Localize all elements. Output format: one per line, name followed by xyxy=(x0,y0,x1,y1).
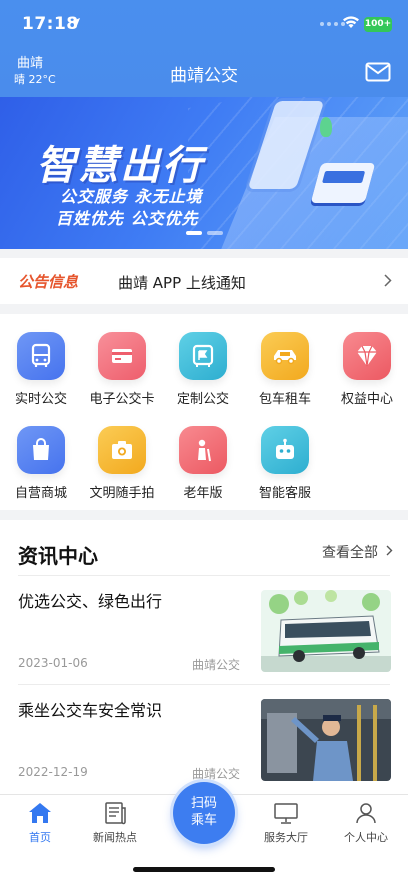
service-label: 定制公交 xyxy=(176,392,229,407)
news-item[interactable]: 乘坐公交车安全常识 2022-12-19 曲靖公交 xyxy=(0,685,408,793)
service-snapshot[interactable]: 文明随手拍 xyxy=(81,426,163,501)
news-section: 资讯中心 查看全部 优选公交、绿色出行 2023-01-06 曲靖公交 乘坐公交… xyxy=(0,520,408,794)
scan-to-ride-button[interactable]: 扫码 乘车 xyxy=(173,782,235,844)
news-source: 曲靖公交 xyxy=(192,767,241,781)
services-grid: 实时公交 电子公交卡 定制公交 包车租车 权益中心 自营商城 文明随手拍 老年版… xyxy=(0,314,408,510)
page-title: 曲靖公交 xyxy=(170,66,238,86)
service-elderly-mode[interactable]: 老年版 xyxy=(162,426,244,501)
news-title: 乘坐公交车安全常识 xyxy=(18,701,163,720)
news-header: 资讯中心 xyxy=(18,544,98,568)
camera-icon xyxy=(98,426,146,474)
mail-icon[interactable] xyxy=(365,62,391,82)
banner-slogan-1: 公交服务 永无止境 xyxy=(60,187,203,206)
newspaper-icon xyxy=(105,802,126,825)
banner-slogan-2: 百姓优先 公交优先 xyxy=(56,209,199,228)
scan-label-line1: 扫码 xyxy=(190,796,217,811)
service-label: 智能客服 xyxy=(258,486,311,501)
car-icon xyxy=(261,332,309,380)
promo-banner[interactable]: 智慧出行 公交服务 永无止境 百姓优先 公交优先 xyxy=(0,97,408,249)
monitor-icon xyxy=(274,803,298,824)
tab-label: 新闻热点 xyxy=(93,831,137,844)
wifi-icon xyxy=(343,16,359,28)
home-icon xyxy=(29,803,51,823)
tab-label: 服务大厅 xyxy=(264,831,308,844)
news-thumbnail-green-bus xyxy=(261,590,391,672)
tab-label: 首页 xyxy=(29,831,51,844)
top-header: 17:18 100+ 曲靖 晴 22°C 曲靖公交 xyxy=(0,0,408,97)
news-item[interactable]: 优选公交、绿色出行 2023-01-06 曲靖公交 xyxy=(0,576,408,684)
battery-icon: 100+ xyxy=(364,17,392,32)
notice-bar[interactable]: 公告信息 曲靖 APP 上线通知 xyxy=(0,258,408,304)
elderly-icon xyxy=(179,426,227,474)
news-source: 曲靖公交 xyxy=(192,658,241,672)
service-label: 包车租车 xyxy=(258,392,311,407)
notice-tag: 公告信息 xyxy=(18,273,79,291)
service-e-card[interactable]: 电子公交卡 xyxy=(81,332,163,407)
status-bar: 17:18 100+ xyxy=(0,0,408,46)
service-smart-support[interactable]: 智能客服 xyxy=(244,426,326,501)
chevron-right-icon xyxy=(386,545,393,556)
banner-bus-illustration xyxy=(310,163,376,203)
scan-label-line2: 乘车 xyxy=(190,813,217,828)
shopping-bag-icon xyxy=(17,426,65,474)
service-mall[interactable]: 自营商城 xyxy=(0,426,82,501)
robot-icon xyxy=(261,426,309,474)
news-title: 优选公交、绿色出行 xyxy=(18,592,163,611)
notice-text: 曲靖 APP 上线通知 xyxy=(118,274,246,292)
custom-bus-icon xyxy=(179,332,227,380)
home-indicator xyxy=(133,867,275,872)
service-label: 实时公交 xyxy=(14,392,67,407)
service-realtime-bus[interactable]: 实时公交 xyxy=(0,332,82,407)
service-label: 电子公交卡 xyxy=(89,392,155,407)
tab-label: 个人中心 xyxy=(344,831,388,844)
service-custom-bus[interactable]: 定制公交 xyxy=(162,332,244,407)
diamond-icon xyxy=(343,332,391,380)
bus-icon xyxy=(17,332,65,380)
service-label: 权益中心 xyxy=(340,392,393,407)
news-date: 2023-01-06 xyxy=(18,656,88,670)
tab-service-hall[interactable]: 服务大厅 xyxy=(246,801,326,845)
service-car-rental[interactable]: 包车租车 xyxy=(244,332,326,407)
news-date: 2022-12-19 xyxy=(18,765,88,779)
user-icon xyxy=(356,803,376,824)
news-thumbnail-bus-safety xyxy=(261,699,391,781)
tab-home[interactable]: 首页 xyxy=(0,801,80,845)
service-label: 老年版 xyxy=(183,486,223,501)
chevron-right-icon xyxy=(384,274,392,287)
banner-pagination xyxy=(186,231,223,235)
view-all-link[interactable]: 查看全部 xyxy=(322,542,378,562)
service-label: 自营商城 xyxy=(14,486,67,501)
service-rights-center[interactable]: 权益中心 xyxy=(326,332,408,407)
service-label: 文明随手拍 xyxy=(89,486,155,501)
tab-profile[interactable]: 个人中心 xyxy=(326,801,406,845)
card-icon xyxy=(98,332,146,380)
location-arrow-icon xyxy=(70,18,80,28)
banner-tree-illustration xyxy=(320,117,332,137)
tab-news[interactable]: 新闻热点 xyxy=(75,801,155,845)
